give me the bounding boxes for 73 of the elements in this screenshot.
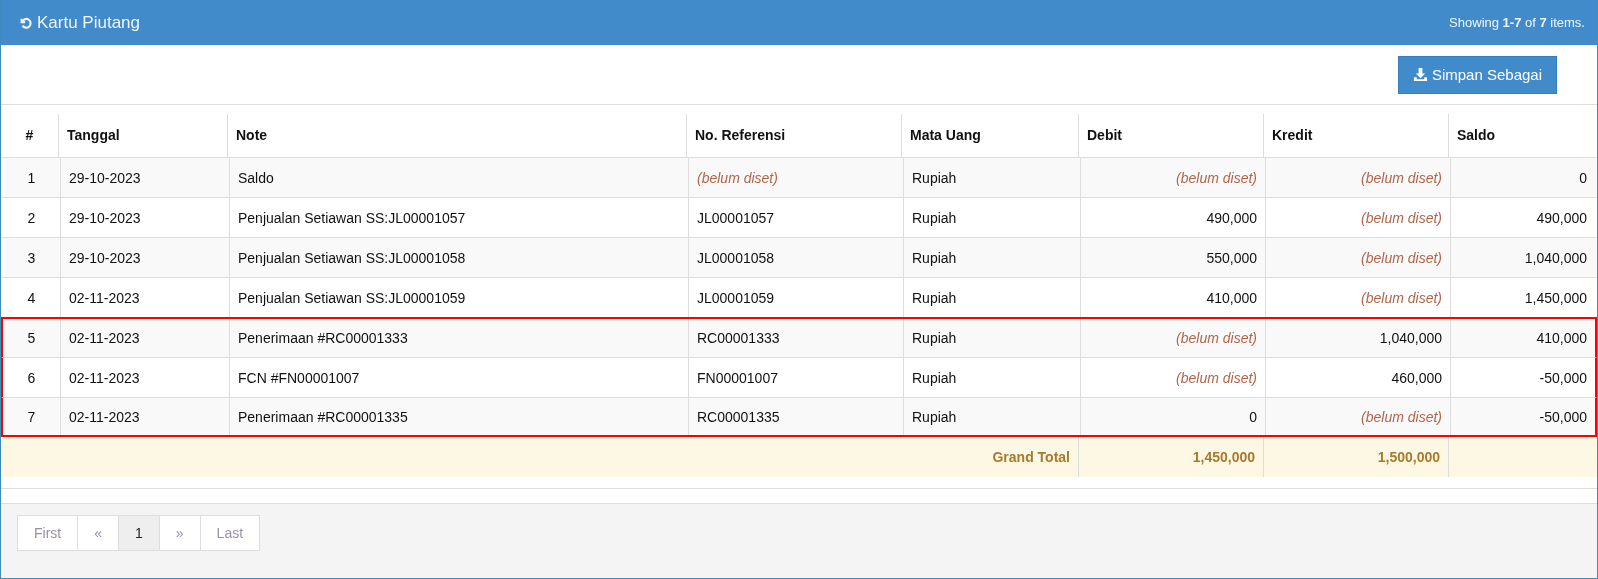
column-header: Kredit [1272, 127, 1313, 143]
table-cell: Rupiah [912, 330, 957, 346]
column-header: Debit [1087, 127, 1122, 143]
table-cell: 1,450,000 [1524, 289, 1587, 306]
table-cell: 02-11-2023 [69, 289, 140, 306]
table-cell: 29-10-2023 [69, 169, 141, 186]
unset-value: (belum diset) [1361, 289, 1442, 306]
table-cell: 3 [27, 249, 36, 266]
table-cell: 490,000 [1206, 209, 1257, 226]
table-cell: JL00001059 [697, 289, 775, 306]
unset-value: (belum diset) [697, 169, 778, 186]
table-cell: Rupiah [912, 209, 957, 226]
table-cell: Rupiah [912, 169, 957, 186]
table-cell: 460,000 [1391, 369, 1442, 386]
table-cell: Saldo [238, 169, 274, 186]
credit-total: 1,500,000 [1377, 449, 1440, 465]
table-cell: 1 [27, 169, 36, 186]
table-cell: 29-10-2023 [69, 209, 141, 226]
column-header: # [25, 127, 34, 143]
unset-value: (belum diset) [1176, 369, 1257, 386]
table-cell: 6 [27, 369, 36, 386]
table-cell: 0 [1579, 169, 1587, 186]
table-cell: -50,000 [1539, 408, 1587, 425]
column-header: No. Referensi [695, 127, 786, 143]
table-cell: 5 [27, 330, 36, 346]
column-header: Mata Uang [910, 127, 981, 143]
table-cell: 7 [27, 408, 36, 425]
table-cell: 0 [1249, 408, 1257, 425]
table-cell: FCN #FN00001007 [238, 369, 360, 386]
table-cell: Penerimaan #RC00001333 [238, 330, 408, 346]
table-cell: 4 [27, 289, 36, 306]
table-cell: RC00001333 [697, 330, 780, 346]
table-cell: 410,000 [1536, 330, 1587, 346]
panel-title: Kartu Piutang [37, 12, 140, 33]
table-cell: JL00001057 [697, 209, 775, 226]
table-cell: Rupiah [912, 289, 957, 306]
table-cell: 550,000 [1206, 249, 1257, 266]
table-cell: 410,000 [1206, 289, 1257, 306]
table-cell: 29-10-2023 [69, 249, 141, 266]
table-cell: JL00001058 [697, 249, 775, 266]
table-cell: 2 [27, 209, 36, 226]
table-cell: Rupiah [912, 369, 957, 386]
table-cell: FN00001007 [697, 369, 778, 386]
table-cell: Rupiah [912, 408, 957, 425]
table-cell: 490,000 [1536, 209, 1587, 226]
page-link[interactable]: 1 [118, 515, 160, 551]
unset-value: (belum diset) [1361, 408, 1442, 425]
table-cell: RC00001335 [697, 408, 780, 425]
table-cell: Penjualan Setiawan SS:JL00001058 [238, 249, 466, 266]
table-cell: 02-11-2023 [69, 408, 140, 425]
unset-value: (belum diset) [1176, 169, 1257, 186]
table-cell: Penjualan Setiawan SS:JL00001057 [238, 209, 466, 226]
unset-value: (belum diset) [1361, 209, 1442, 226]
table-cell: 02-11-2023 [69, 369, 140, 386]
debit-total: 1,450,000 [1192, 449, 1255, 465]
unset-value: (belum diset) [1176, 330, 1257, 346]
items-summary: Showing 1-7 of 7 items. [1449, 15, 1585, 30]
save-as-button[interactable]: Simpan Sebagai [1397, 55, 1557, 94]
table-cell: 02-11-2023 [69, 330, 140, 346]
download-icon [1412, 67, 1428, 82]
table-cell: 1,040,000 [1379, 330, 1442, 346]
table-cell: Rupiah [912, 249, 957, 266]
table-cell: Penjualan Setiawan SS:JL00001059 [238, 289, 466, 306]
table-cell: -50,000 [1539, 369, 1587, 386]
undo-icon [19, 15, 33, 30]
unset-value: (belum diset) [1361, 249, 1442, 266]
table-cell: 1,040,000 [1524, 249, 1587, 266]
column-header: Note [236, 127, 268, 143]
unset-value: (belum diset) [1361, 169, 1442, 186]
column-header: Tanggal [67, 127, 120, 143]
table-cell: Penerimaan #RC00001335 [238, 408, 408, 425]
column-header: Saldo [1457, 127, 1496, 143]
grand-total-label: Grand Total [992, 449, 1070, 465]
